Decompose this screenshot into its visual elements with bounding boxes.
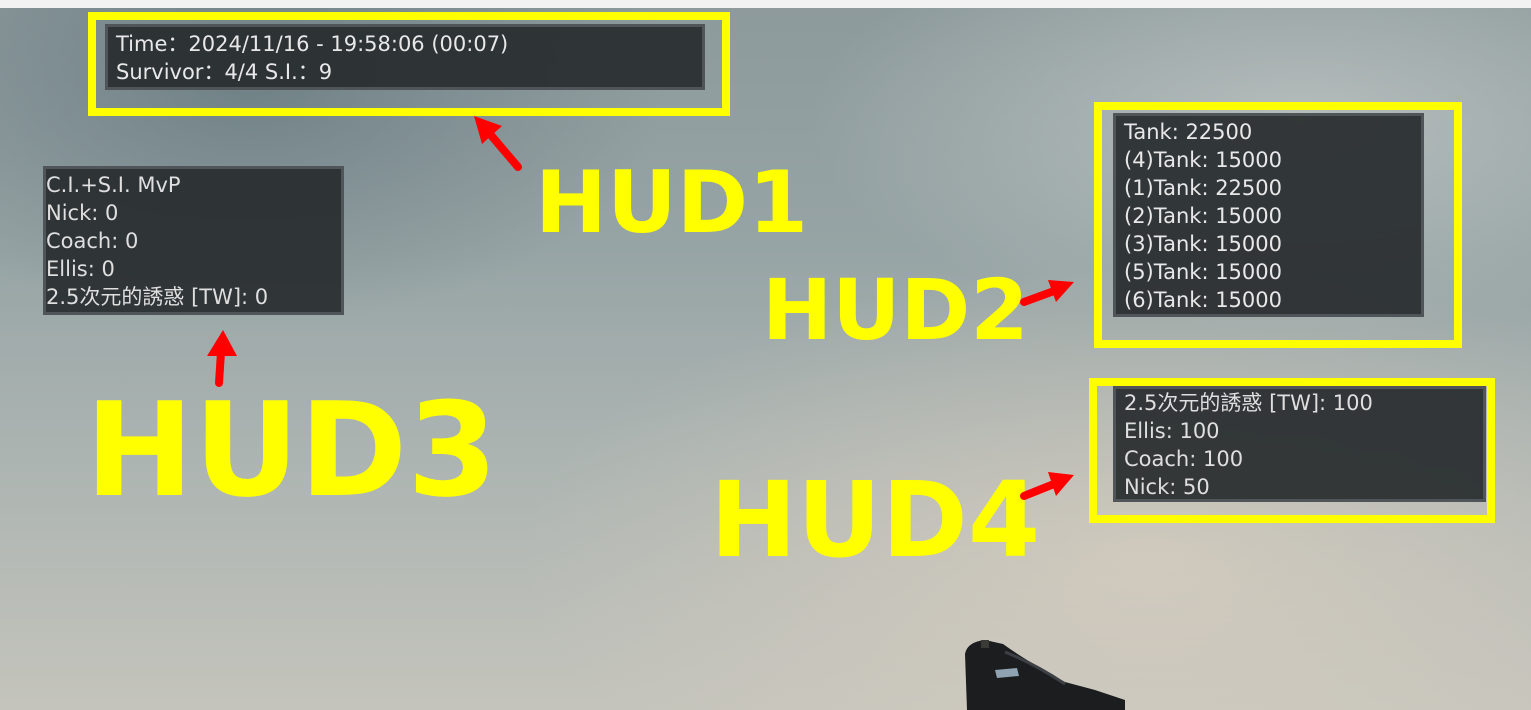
hud4-arrow-icon: [1020, 472, 1074, 500]
hud1-arrow-icon: [474, 116, 522, 171]
hud3-panel: C.I.+S.I. MvP Nick: 0 Coach: 0 Ellis: 0 …: [43, 166, 344, 315]
hud2-highlight-frame: [1094, 102, 1462, 348]
hud3-title: C.I.+S.I. MvP: [46, 173, 181, 197]
hud3-row: Nick: 0: [46, 201, 119, 225]
hud2-label: HUD2: [762, 261, 1029, 359]
hud3-label: HUD3: [85, 374, 498, 526]
hud3-row: 2.5次元的誘惑 [TW]: 0: [46, 285, 269, 309]
pistol-icon: [965, 640, 1125, 710]
hud3-arrow-icon: [207, 330, 237, 387]
hud4-highlight-frame: [1089, 378, 1495, 523]
top-strip: [0, 0, 1531, 8]
hud1-label: HUD1: [535, 153, 809, 253]
hud2-arrow-icon: [1020, 280, 1074, 306]
hud3-row: Coach: 0: [46, 229, 139, 253]
hud1-highlight-frame: [88, 12, 730, 116]
hud4-label: HUD4: [710, 459, 1041, 581]
hud3-row: Ellis: 0: [46, 257, 115, 281]
